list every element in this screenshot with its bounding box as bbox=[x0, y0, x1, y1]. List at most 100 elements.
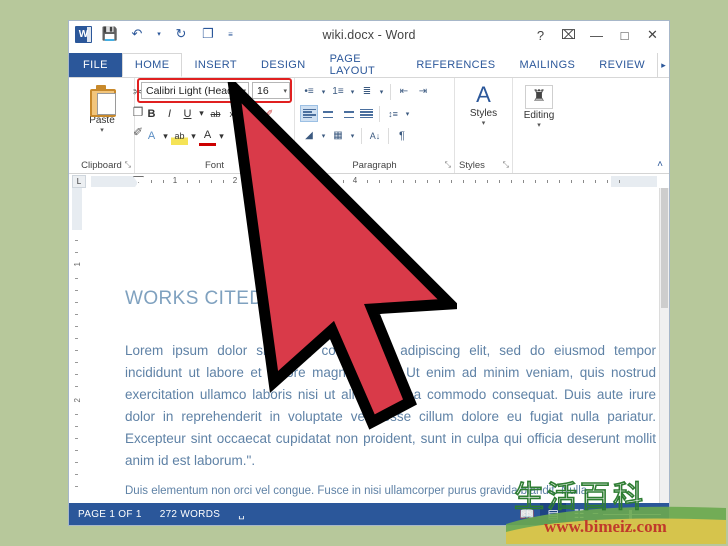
tab-overflow-icon[interactable]: ▸ bbox=[657, 53, 669, 77]
editing-label: Editing bbox=[523, 110, 555, 121]
font-name-combobox[interactable]: Calibri Light (Headings) ▾ bbox=[141, 82, 249, 99]
editing-caret-icon[interactable]: ▾ bbox=[513, 121, 565, 129]
document-heading: WORKS CITED bbox=[125, 288, 266, 310]
tab-references[interactable]: REFERENCES bbox=[404, 53, 507, 77]
styles-label: Styles bbox=[469, 108, 498, 119]
close-button[interactable]: ✕ bbox=[640, 24, 665, 46]
paste-caret-icon[interactable]: ▾ bbox=[79, 126, 125, 134]
multilevel-list-button[interactable]: ≣ bbox=[358, 83, 376, 100]
zoom-knob[interactable] bbox=[629, 509, 632, 519]
document-page[interactable]: WORKS CITED Lorem ipsum dolor sit amet, … bbox=[85, 188, 660, 503]
paste-button[interactable]: Paste ▾ bbox=[79, 84, 125, 134]
bold-button[interactable]: B bbox=[143, 105, 160, 122]
zoom-track[interactable] bbox=[603, 509, 661, 519]
status-bar: PAGE 1 OF 1 272 WORDS ␣ 📖 ▤ ☷ − bbox=[69, 503, 669, 525]
grow-font-button[interactable]: A↑ bbox=[243, 126, 260, 143]
line-spacing-button[interactable]: ↕≡ bbox=[384, 105, 402, 122]
tab-design[interactable]: DESIGN bbox=[249, 53, 318, 77]
font-color-caret-icon[interactable]: ▾ bbox=[217, 128, 226, 145]
text-highlight-caret-icon[interactable]: ▾ bbox=[189, 128, 198, 145]
sort-button[interactable]: A↓ bbox=[366, 127, 384, 144]
borders-button[interactable]: ▦ bbox=[329, 127, 347, 144]
text-highlight-color-button[interactable]: ab bbox=[171, 127, 188, 145]
print-layout-view-button[interactable]: ▤ bbox=[540, 503, 567, 525]
increase-indent-button[interactable]: ⇥ bbox=[414, 83, 432, 100]
styles-button[interactable]: A Styles ▾ bbox=[455, 83, 512, 128]
ribbon-tabs: FILE HOME INSERT DESIGN PAGE LAYOUT REFE… bbox=[69, 53, 669, 78]
styles-caret-icon[interactable]: ▾ bbox=[455, 119, 512, 127]
font-controls: Calibri Light (Headings) ▾ 16 ▾ bbox=[141, 82, 290, 99]
justify-button[interactable] bbox=[357, 105, 375, 122]
maximize-button[interactable]: □ bbox=[612, 24, 637, 46]
minimize-button[interactable]: — bbox=[584, 24, 609, 46]
vertical-scrollbar[interactable] bbox=[659, 188, 669, 503]
read-mode-view-button[interactable]: 📖 bbox=[514, 503, 540, 525]
text-effects-button[interactable]: A bbox=[143, 128, 160, 145]
shading-caret-icon[interactable]: ▾ bbox=[319, 127, 328, 144]
font-dialog-launcher-icon[interactable]: ⤡ bbox=[285, 160, 291, 170]
font-color-button[interactable]: A bbox=[199, 126, 216, 146]
align-left-button[interactable] bbox=[300, 105, 318, 122]
paragraph-dialog-launcher-icon[interactable]: ⤡ bbox=[445, 160, 451, 170]
paragraph-list-row: •≡ ▾ 1≡ ▾ ≣ ▾ ⇤ ⇥ bbox=[300, 83, 432, 100]
underline-button[interactable]: U bbox=[179, 105, 196, 122]
text-effects-caret-icon[interactable]: ▾ bbox=[161, 128, 170, 145]
numbering-caret-icon[interactable]: ▾ bbox=[348, 83, 357, 100]
clipboard-dialog-launcher-icon[interactable]: ⤡ bbox=[125, 160, 131, 170]
help-button[interactable]: ? bbox=[528, 24, 553, 46]
subscript-button[interactable]: x₂ bbox=[225, 105, 242, 122]
font-size-combobox[interactable]: 16 ▾ bbox=[252, 82, 290, 99]
word-count[interactable]: 272 WORDS bbox=[151, 503, 230, 525]
tab-file[interactable]: FILE bbox=[69, 53, 122, 77]
italic-button[interactable]: I bbox=[161, 105, 178, 122]
show-formatting-marks-button[interactable]: ¶ bbox=[393, 127, 411, 144]
numbering-button[interactable]: 1≡ bbox=[329, 83, 347, 100]
page-indicator[interactable]: PAGE 1 OF 1 bbox=[69, 503, 151, 525]
borders-caret-icon[interactable]: ▾ bbox=[348, 127, 357, 144]
tab-insert[interactable]: INSERT bbox=[182, 53, 249, 77]
vertical-ruler[interactable]: 1 2 bbox=[69, 188, 86, 503]
web-layout-view-button[interactable]: ☷ bbox=[566, 503, 592, 525]
ribbon-group-editing: ♜ Editing ▾ bbox=[513, 78, 565, 173]
multilevel-list-caret-icon[interactable]: ▾ bbox=[377, 83, 386, 100]
proofing-errors-icon[interactable]: ␣ bbox=[229, 503, 254, 525]
collapse-ribbon-icon[interactable]: ˄ bbox=[657, 159, 663, 170]
shrink-font-button[interactable]: A↓ bbox=[261, 126, 278, 143]
ribbon-group-paragraph: •≡ ▾ 1≡ ▾ ≣ ▾ ⇤ ⇥ ↕≡ ▾ ◢ ▾ ▦ ▾ A↓ ¶ Para… bbox=[295, 78, 455, 173]
decrease-indent-button[interactable]: ⇤ bbox=[395, 83, 413, 100]
clear-formatting-icon[interactable]: ✐ bbox=[261, 105, 278, 122]
text-cursor bbox=[264, 288, 266, 307]
zoom-out-button[interactable]: − bbox=[592, 508, 599, 520]
scrollbar-thumb[interactable] bbox=[661, 188, 668, 308]
ruler-number-4: 4 bbox=[352, 176, 358, 185]
superscript-button[interactable]: x² bbox=[243, 105, 260, 122]
tab-mailings[interactable]: MAILINGS bbox=[508, 53, 588, 77]
editing-button[interactable]: ♜ Editing ▾ bbox=[513, 83, 565, 129]
ribbon-display-options-button[interactable]: ⌧ bbox=[556, 24, 581, 46]
document-paragraph-2: Duis elementum non orci vel congue. Fusc… bbox=[125, 485, 588, 497]
underline-caret-icon[interactable]: ▾ bbox=[197, 105, 206, 122]
binoculars-icon: ♜ bbox=[525, 85, 553, 109]
paste-icon bbox=[87, 84, 117, 117]
strikethrough-button[interactable]: ab bbox=[207, 105, 224, 122]
line-spacing-caret-icon[interactable]: ▾ bbox=[403, 105, 412, 122]
shading-button[interactable]: ◢ bbox=[300, 127, 318, 144]
paragraph-align-row: ↕≡ ▾ bbox=[300, 105, 412, 122]
tab-page-layout[interactable]: PAGE LAYOUT bbox=[318, 53, 405, 77]
ribbon-group-font: Calibri Light (Headings) ▾ 16 ▾ B I U ▾ … bbox=[135, 78, 295, 173]
font-size-caret-icon[interactable]: ▾ bbox=[280, 87, 287, 95]
tab-stop-selector-button[interactable]: L bbox=[72, 175, 86, 188]
align-center-button[interactable] bbox=[319, 105, 337, 122]
font-group-label: Font bbox=[204, 160, 224, 171]
tab-review[interactable]: REVIEW bbox=[587, 53, 657, 77]
tab-home[interactable]: HOME bbox=[121, 53, 183, 77]
zoom-slider[interactable]: − bbox=[592, 508, 669, 520]
styles-dialog-launcher-icon[interactable]: ⤡ bbox=[503, 160, 509, 170]
align-right-button[interactable] bbox=[338, 105, 356, 122]
align-left-icon bbox=[302, 108, 316, 119]
bullets-caret-icon[interactable]: ▾ bbox=[319, 83, 328, 100]
font-name-value: Calibri Light (Headings) bbox=[146, 84, 239, 97]
bullets-button[interactable]: •≡ bbox=[300, 83, 318, 100]
heading-text: WORKS CITED bbox=[125, 288, 264, 309]
font-name-caret-icon[interactable]: ▾ bbox=[239, 87, 246, 95]
